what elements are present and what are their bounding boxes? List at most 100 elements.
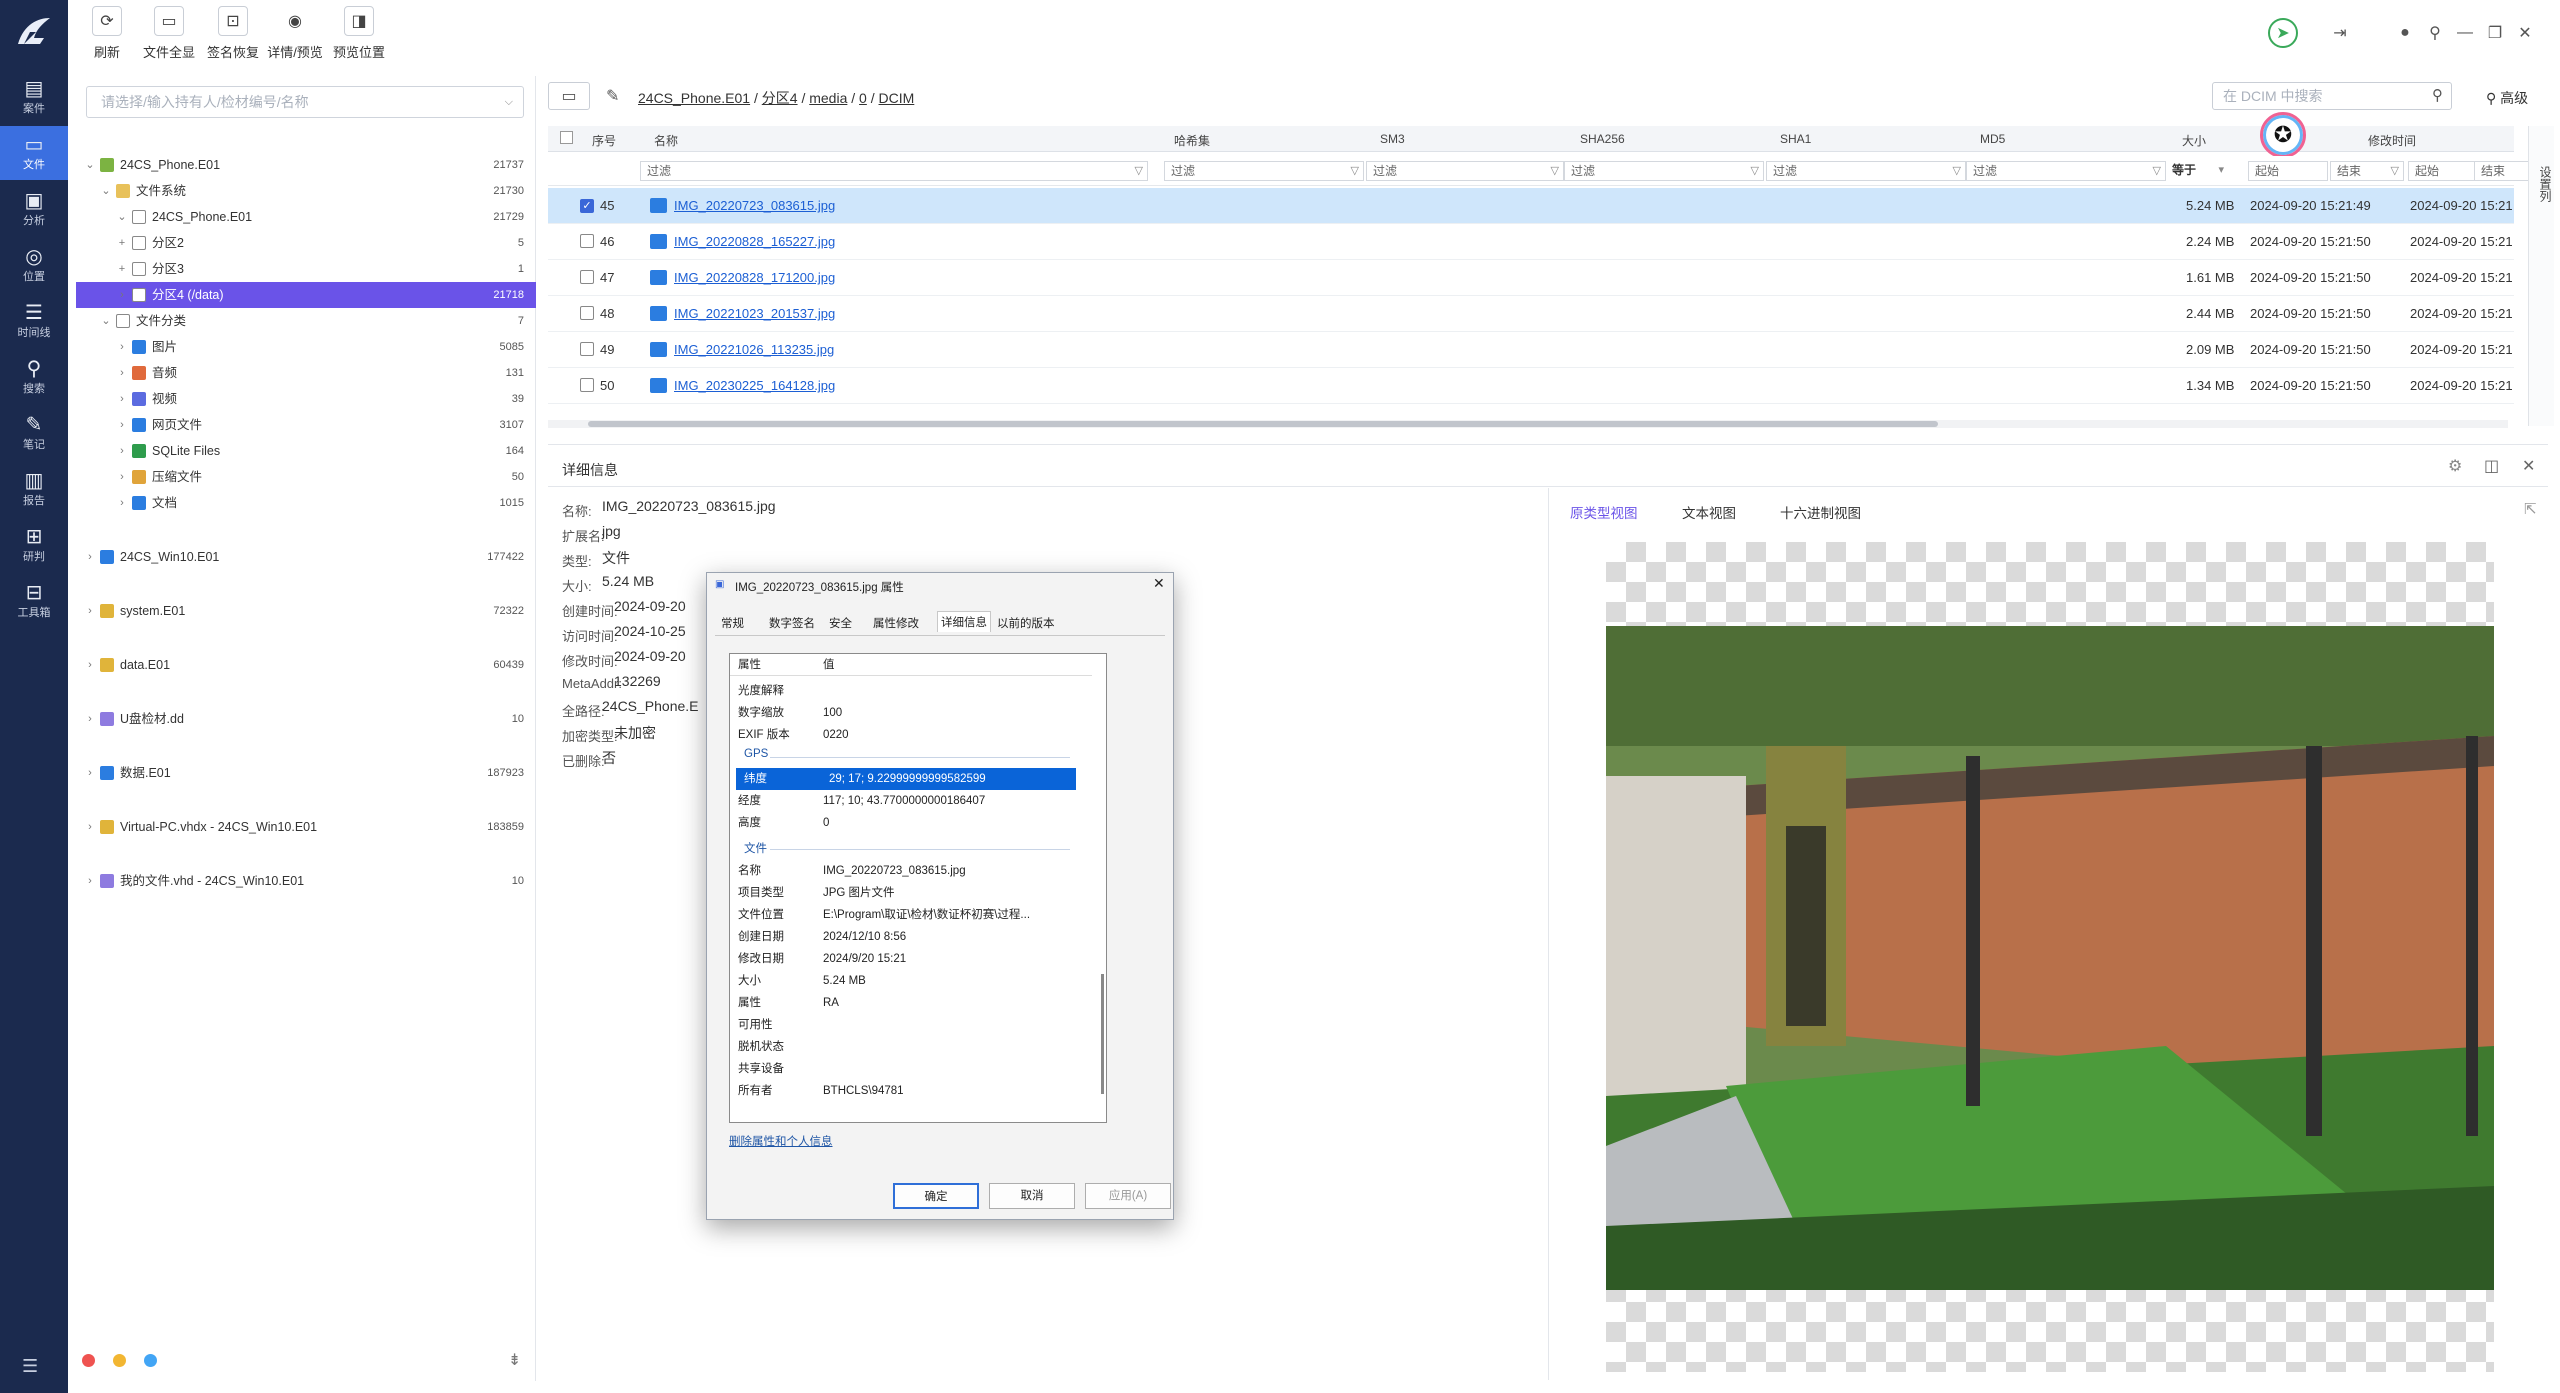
advanced-search-button[interactable]: ⚲ 高级: [2486, 88, 2528, 108]
floating-assistant-icon[interactable]: ✪: [2260, 112, 2306, 158]
panel-layout-icon[interactable]: ◫: [2484, 456, 2499, 476]
table-row[interactable]: ✓ 45 IMG_20220723_083615.jpg 5.24 MB 2024-09…: [548, 188, 2514, 224]
col-sha256[interactable]: SHA256: [1580, 132, 1625, 146]
property-row[interactable]: 脱机状态: [730, 1036, 1092, 1058]
filter-sm3[interactable]: 过滤 ▽: [1366, 161, 1564, 181]
tree-node[interactable]: ⌄ 文件系统 21730: [76, 178, 536, 204]
property-row[interactable]: 纬度 29; 17; 9.22999999999582599: [736, 768, 1076, 790]
tree-node[interactable]: › Virtual-PC.vhdx - 24CS_Win10.E01 183859: [76, 814, 536, 840]
mtime-start[interactable]: 起始: [2408, 161, 2480, 181]
tree-node[interactable]: › 音频 131: [76, 360, 536, 386]
property-row[interactable]: 文件位置 E:\Program\取证\检材\数证杯初赛\过程...: [730, 904, 1092, 926]
property-row[interactable]: 大小 5.24 MB: [730, 970, 1092, 992]
export-icon[interactable]: ⇥: [2325, 18, 2355, 48]
dialog-tab[interactable]: 常规: [721, 615, 744, 631]
expand-toggle-icon[interactable]: ›: [84, 652, 96, 678]
scrollbar-thumb[interactable]: [588, 421, 1938, 427]
tree-node[interactable]: › 图片 5085: [76, 334, 536, 360]
dialog-tab[interactable]: 安全: [829, 615, 852, 631]
tree-node[interactable]: › 视频 39: [76, 386, 536, 412]
dialog-tab[interactable]: 属性修改: [873, 615, 919, 631]
minimize-icon[interactable]: —: [2450, 18, 2480, 48]
dialog-tab[interactable]: 以前的版本: [997, 615, 1055, 631]
tab-native-view[interactable]: 原类型视图: [1570, 502, 1638, 522]
expand-toggle-icon[interactable]: ›: [84, 598, 96, 624]
crumb-dcim[interactable]: DCIM: [879, 90, 915, 106]
size-start[interactable]: 起始: [2248, 161, 2328, 181]
tab-hex-view[interactable]: 十六进制视图: [1780, 502, 1861, 522]
cancel-button[interactable]: 取消: [989, 1183, 1075, 1209]
collapse-icon[interactable]: ⇟: [508, 1350, 521, 1370]
expand-toggle-icon[interactable]: ›: [84, 544, 96, 570]
edit-path-icon[interactable]: ✎: [606, 86, 619, 106]
menu-icon[interactable]: ☰: [22, 1356, 38, 1377]
row-checkbox[interactable]: [580, 270, 594, 284]
maximize-icon[interactable]: ❐: [2480, 18, 2510, 48]
row-checkbox[interactable]: [580, 306, 594, 320]
expand-toggle-icon[interactable]: ⌄: [100, 178, 112, 204]
col-md5[interactable]: MD5: [1980, 132, 2005, 146]
expand-toggle-icon[interactable]: ›: [84, 814, 96, 840]
select-all-checkbox[interactable]: [560, 131, 573, 144]
nav-item-1[interactable]: ▤ 案件: [0, 70, 68, 124]
details-list[interactable]: 属性 值 光度解释 数字缩放 100 EXIF 版本 0220 GPS 纬度 29; 17; …: [729, 653, 1107, 1123]
property-row[interactable]: 经度 117; 10; 43.7700000000186407: [730, 790, 1092, 812]
tab-text-view[interactable]: 文本视图: [1682, 502, 1736, 522]
crumb-media[interactable]: media: [809, 90, 847, 106]
ok-button[interactable]: 确定: [893, 1183, 979, 1209]
expand-toggle-icon[interactable]: ›: [116, 438, 128, 464]
property-row[interactable]: 可用性: [730, 1014, 1092, 1036]
row-checkbox[interactable]: [580, 378, 594, 392]
expand-toggle-icon[interactable]: ›: [84, 868, 96, 894]
close-icon[interactable]: ✕: [2510, 18, 2540, 48]
crumb-partition4[interactable]: 分区4: [762, 90, 798, 106]
property-row[interactable]: EXIF 版本 0220: [730, 724, 1092, 746]
tree-node[interactable]: + 分区2 5: [76, 230, 536, 256]
expand-toggle-icon[interactable]: ›: [84, 760, 96, 786]
signature-recovery-button[interactable]: ⊡ 签名恢复: [202, 6, 264, 68]
nav-item-7[interactable]: ✎ 笔记: [0, 406, 68, 460]
tree-node[interactable]: › 压缩文件 50: [76, 464, 536, 490]
property-row[interactable]: 共享设备: [730, 1058, 1092, 1080]
row-name-link[interactable]: IMG_20221026_113235.jpg: [674, 342, 834, 357]
refresh-button[interactable]: ⟳ 刷新: [76, 6, 138, 68]
property-row[interactable]: 项目类型 JPG 图片文件: [730, 882, 1092, 904]
nav-item-10[interactable]: ⊟ 工具箱: [0, 574, 68, 628]
expand-toggle-icon[interactable]: ⌄: [100, 308, 112, 334]
row-checkbox[interactable]: [580, 342, 594, 356]
nav-item-2[interactable]: ▭ 文件: [0, 126, 68, 180]
property-row[interactable]: 修改日期 2024/9/20 15:21: [730, 948, 1092, 970]
apply-button[interactable]: 应用(A): [1085, 1183, 1171, 1209]
dialog-close-icon[interactable]: ✕: [1153, 575, 1165, 592]
user-icon[interactable]: ●: [2390, 18, 2420, 48]
col-seq[interactable]: 序号: [592, 132, 616, 149]
crumb-root[interactable]: 24CS_Phone.E01: [638, 90, 750, 106]
property-row[interactable]: 所有者 BTHCLS\94781: [730, 1080, 1092, 1102]
tree-node[interactable]: › system.E01 72322: [76, 598, 536, 624]
mtime-end[interactable]: 结束: [2474, 161, 2532, 181]
search-input[interactable]: 在 DCIM 中搜索 ⚲: [2212, 82, 2452, 110]
nav-item-9[interactable]: ⊞ 研判: [0, 518, 68, 572]
property-row[interactable]: 高度 0: [730, 812, 1092, 834]
horizontal-scrollbar[interactable]: [548, 420, 2508, 428]
col-hashset[interactable]: 哈希集: [1174, 132, 1210, 149]
tree-node[interactable]: › 分区4 (/data) 21718: [76, 282, 536, 308]
tree-node[interactable]: › SQLite Files 164: [76, 438, 536, 464]
row-checkbox[interactable]: ✓: [580, 199, 594, 213]
filter-md5[interactable]: 过滤 ▽: [1966, 161, 2166, 181]
nav-item-4[interactable]: ◎ 位置: [0, 238, 68, 292]
row-name-link[interactable]: IMG_20230225_164128.jpg: [674, 378, 835, 393]
show-all-files-button[interactable]: ▭ 文件全显: [138, 6, 200, 68]
filter-sha256[interactable]: 过滤 ▽: [1564, 161, 1764, 181]
nav-item-5[interactable]: ☰ 时间线: [0, 294, 68, 348]
column-settings-toggle[interactable]: 设置列: [2528, 126, 2554, 426]
evidence-select[interactable]: 请选择/输入持有人/检材编号/名称 ⌵: [86, 86, 524, 118]
tree-node[interactable]: › 我的文件.vhd - 24CS_Win10.E01 10: [76, 868, 536, 894]
tree-node[interactable]: › 网页文件 3107: [76, 412, 536, 438]
table-row[interactable]: 46 IMG_20220828_165227.jpg 2.24 MB 2024-09-…: [548, 224, 2514, 260]
gear-icon[interactable]: ⚙: [2448, 456, 2462, 476]
row-name-link[interactable]: IMG_20220828_171200.jpg: [674, 270, 835, 285]
row-checkbox[interactable]: [580, 234, 594, 248]
tree-node[interactable]: ⌄ 文件分类 7: [76, 308, 536, 334]
filter-hashset[interactable]: 过滤 ▽: [1164, 161, 1364, 181]
